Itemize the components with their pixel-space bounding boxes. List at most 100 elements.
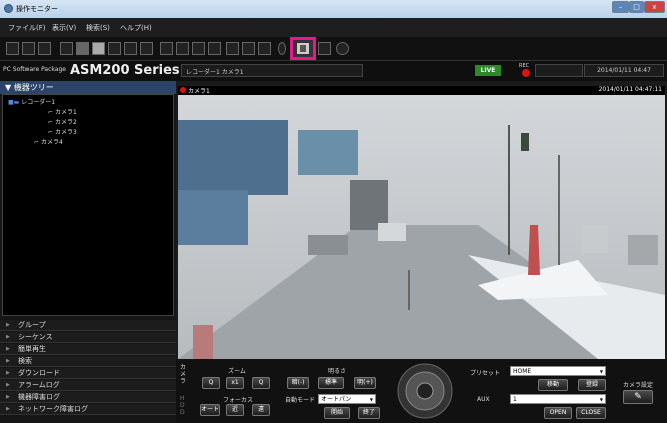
- aux-label: AUX: [477, 396, 490, 403]
- layout-13-icon[interactable]: [124, 42, 137, 55]
- preset-label: プリセット: [470, 370, 501, 377]
- tree-camera-2[interactable]: ⌐ カメラ2: [48, 117, 77, 126]
- tree-camera-3[interactable]: ⌐ カメラ3: [48, 127, 77, 136]
- maximize-button[interactable]: □: [629, 1, 644, 13]
- layout-quad-icon[interactable]: [60, 42, 73, 55]
- preset-move-button[interactable]: 移動: [538, 379, 568, 391]
- window-title: 操作モニター: [16, 5, 58, 13]
- minimize-button[interactable]: –: [612, 1, 629, 13]
- status-datetime: 2014/01/11 04:47: [584, 64, 664, 77]
- layout-custom-b-icon[interactable]: [242, 42, 255, 55]
- layout-20-icon[interactable]: [160, 42, 173, 55]
- rec-indicator-icon: [522, 69, 530, 77]
- camera-feed[interactable]: [178, 95, 665, 359]
- aux-select[interactable]: 1: [510, 394, 606, 405]
- auto-start-button[interactable]: 開始: [324, 407, 350, 419]
- zoom-x1-button[interactable]: x1: [226, 377, 244, 389]
- layout-16-icon[interactable]: [140, 42, 153, 55]
- nav-network-fault-log[interactable]: ネットワーク障害ログ: [0, 404, 176, 415]
- tree-node-label: カメラ4: [40, 139, 63, 146]
- nav-sequence[interactable]: シーケンス: [0, 332, 176, 343]
- camera-settings-label: カメラ設定: [623, 382, 654, 389]
- hdd-tab[interactable]: HDD: [180, 395, 186, 416]
- nav-group[interactable]: グループ: [0, 320, 176, 331]
- nav-simple-playback[interactable]: 簡単再生: [0, 344, 176, 355]
- device-tree: [2, 94, 174, 316]
- audio-icon[interactable]: [336, 42, 349, 55]
- aux-close-button[interactable]: CLOSE: [576, 407, 606, 419]
- tree-collapse-icon: ▼: [5, 83, 14, 92]
- tree-header[interactable]: ▼ 機器ツリー: [0, 81, 176, 94]
- layout-36-icon[interactable]: [192, 42, 205, 55]
- menu-help[interactable]: ヘルプ(H): [120, 23, 152, 33]
- layout-split-icon[interactable]: [38, 42, 51, 55]
- menu-bar: ファイル(F) 表示(V) 検索(S) ヘルプ(H): [0, 18, 667, 37]
- recorder-icon: ■▬: [8, 99, 20, 106]
- brightness-label: 明るさ: [328, 368, 347, 375]
- ptz-joystick[interactable]: [396, 362, 454, 420]
- nav-download[interactable]: ダウンロード: [0, 368, 176, 379]
- layout-1-icon[interactable]: [6, 42, 19, 55]
- focus-near-button[interactable]: 近: [226, 404, 244, 416]
- rec-label: REC: [519, 63, 530, 69]
- auto-mode-select[interactable]: オートパン: [318, 394, 376, 405]
- zoom-label: ズーム: [228, 368, 246, 375]
- layout-25-icon[interactable]: [176, 42, 189, 55]
- camera-icon: ⌐: [48, 109, 54, 116]
- tree-recorder-1[interactable]: ■▬ レコーダー1: [8, 97, 55, 106]
- nav-search[interactable]: 検索: [0, 356, 176, 367]
- video-camera-label: カメラ1: [188, 88, 210, 95]
- nav-alarm-log[interactable]: アラームログ: [0, 380, 176, 391]
- layout-10-icon[interactable]: [108, 42, 121, 55]
- layout-64-icon[interactable]: [208, 42, 221, 55]
- camera-header: レコーダー1 カメラ1: [181, 64, 363, 77]
- brightness-standard-button[interactable]: 標準: [318, 377, 344, 389]
- tree-camera-4[interactable]: ⌐ カメラ4: [34, 137, 63, 146]
- camera-icon: ⌐: [48, 129, 54, 136]
- status-blank-field: [535, 64, 583, 77]
- camera-feed-image: [178, 95, 665, 359]
- brand-prefix: PC Software Package: [3, 66, 66, 73]
- window-title-bar: 操作モニター – □ x: [0, 0, 667, 18]
- preset-register-button[interactable]: 登録: [578, 379, 606, 391]
- tree-camera-1[interactable]: ⌐ カメラ1: [48, 107, 77, 116]
- tree-node-label: カメラ3: [54, 129, 77, 136]
- record-icon[interactable]: [278, 42, 286, 55]
- focus-auto-button[interactable]: オート: [200, 404, 220, 416]
- preset-select[interactable]: HOME: [510, 366, 606, 377]
- menu-search[interactable]: 検索(S): [86, 23, 110, 33]
- tree-node-label: レコーダー1: [21, 99, 56, 106]
- video-timestamp: 2014/01/11 04:47:11: [598, 86, 662, 93]
- tree-node-label: カメラ1: [54, 109, 77, 116]
- aux-open-button[interactable]: OPEN: [544, 407, 572, 419]
- layout-custom-a-icon[interactable]: [226, 42, 239, 55]
- camera-icon: ⌐: [48, 119, 54, 126]
- app-icon: [4, 4, 13, 13]
- print-icon[interactable]: [318, 42, 331, 55]
- layout-list-icon[interactable]: [22, 42, 35, 55]
- auto-mode-label: 自動モード: [285, 397, 316, 404]
- camera-tab[interactable]: カメラ: [180, 364, 186, 385]
- brightness-light-button[interactable]: 明(+): [354, 377, 376, 389]
- nav-device-fault-log[interactable]: 機器障害ログ: [0, 392, 176, 403]
- close-button[interactable]: x: [644, 1, 665, 13]
- video-header: カメラ1 2014/01/11 04:47:11: [178, 86, 665, 95]
- menu-file[interactable]: ファイル(F): [8, 23, 46, 33]
- video-rec-dot-icon: [180, 87, 186, 93]
- menu-view[interactable]: 表示(V): [52, 23, 76, 33]
- camera-settings-button[interactable]: ✎: [623, 390, 653, 404]
- wrench-icon: ✎: [634, 392, 642, 402]
- full-screen-icon[interactable]: [258, 42, 271, 55]
- layout-6-icon[interactable]: [76, 42, 89, 55]
- focus-label: フォーカス: [223, 397, 254, 404]
- brightness-dark-button[interactable]: 暗(-): [287, 377, 309, 389]
- brand-series: ASM200 Series: [70, 63, 180, 78]
- live-badge: LIVE: [475, 65, 501, 76]
- zoom-out-button[interactable]: Q: [202, 377, 220, 389]
- camera-icon: ⌐: [34, 139, 40, 146]
- snapshot-highlighted-icon[interactable]: [290, 37, 316, 60]
- layout-9-icon[interactable]: [92, 42, 105, 55]
- auto-end-button[interactable]: 終了: [358, 407, 380, 419]
- focus-far-button[interactable]: 遠: [252, 404, 270, 416]
- zoom-in-button[interactable]: Q: [252, 377, 270, 389]
